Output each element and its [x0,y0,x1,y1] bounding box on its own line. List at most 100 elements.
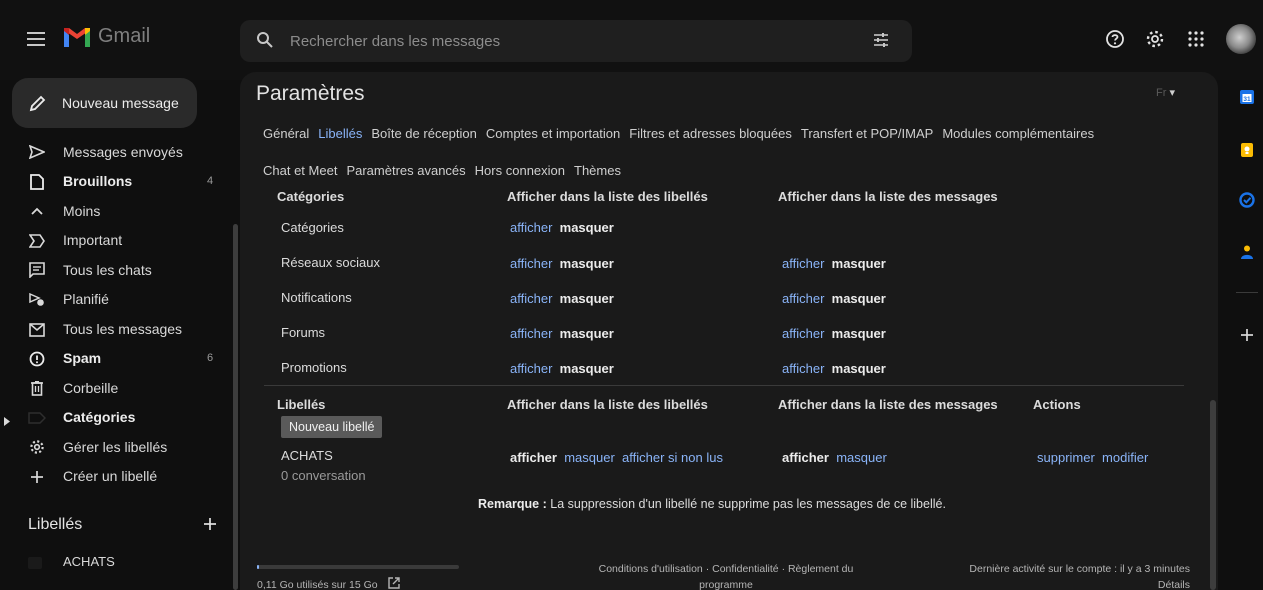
footer-links-line-1[interactable]: Conditions d'utilisation · Confidentiali… [576,561,876,577]
contacts-icon[interactable] [1238,243,1256,261]
tab-forwarding-pop-imap[interactable]: Transfert et POP/IMAP [801,126,933,141]
delete-label-link[interactable]: supprimer [1037,450,1095,465]
sidebar-item-create-label[interactable]: Créer un libellé [0,462,232,492]
hide-link[interactable]: masquer [832,326,886,341]
svg-text:31: 31 [1243,96,1251,103]
tab-filters[interactable]: Filtres et adresses bloquées [629,126,792,141]
tab-general[interactable]: Général [263,126,309,141]
category-list-toggle: afficher masquer [510,256,614,271]
sidebar-item-all-mail[interactable]: Tous les messages [0,314,232,344]
add-label-plus-icon[interactable] [200,514,220,534]
sidebar-item-label: Corbeille [63,379,119,396]
sidebar-item-drafts[interactable]: Brouillons 4 [0,167,232,197]
sidebar-item-important[interactable]: Important [0,226,232,256]
help-icon[interactable] [1103,27,1127,51]
hide-link[interactable]: masquer [832,291,886,306]
show-link[interactable]: afficher [510,291,552,306]
sidebar-item-less[interactable]: Moins [0,196,232,226]
hide-link[interactable]: masquer [564,450,615,465]
language-dropdown[interactable]: Fr ▾ [1156,86,1175,99]
details-link[interactable]: Détails [920,577,1190,590]
hide-link[interactable]: masquer [832,256,886,271]
main-menu-icon[interactable] [22,25,50,53]
sidebar-item-chats[interactable]: Tous les chats [0,255,232,285]
tab-inbox[interactable]: Boîte de réception [371,126,477,141]
calendar-icon[interactable]: 31 [1238,88,1256,106]
labels-header: Libellés [277,397,326,412]
show-link[interactable]: afficher [510,326,552,341]
trash-icon [28,379,46,397]
hide-link[interactable]: masquer [836,450,887,465]
plus-icon [28,468,46,486]
settings-gear-icon[interactable] [1143,27,1167,51]
section-divider [264,385,1184,386]
sidebar-item-spam[interactable]: Spam 6 [0,344,232,374]
sidebar-label-achats[interactable]: ACHATS [0,551,232,575]
category-message-toggle: afficher masquer [782,361,886,376]
new-label-button[interactable]: Nouveau libellé [281,416,383,438]
deletion-note: Remarque : La suppression d'un libellé n… [478,497,946,511]
show-link[interactable]: afficher [782,291,824,306]
message-list-header: Afficher dans la liste des messages [778,397,998,412]
hide-link[interactable]: masquer [560,326,614,341]
hide-link[interactable]: masquer [832,361,886,376]
search-options-icon[interactable] [872,31,890,54]
show-link[interactable]: afficher [510,220,552,235]
labels-heading: Libellés [28,516,83,533]
expand-arrow-icon[interactable] [4,413,10,431]
sidebar-item-label: Tous les messages [63,320,183,337]
page-title: Paramètres [256,82,365,105]
hide-link[interactable]: masquer [560,256,614,271]
gmail-logo[interactable]: Gmail [62,25,150,48]
apps-grid-icon[interactable] [1184,27,1208,51]
show-link[interactable]: afficher [782,256,824,271]
scheduled-icon [28,291,46,309]
category-list-toggle: afficher masquer [510,326,614,341]
category-list-toggle: afficher masquer [510,220,614,235]
sidebar-item-manage-labels[interactable]: Gérer les libellés [0,432,232,462]
sidebar-item-scheduled[interactable]: Planifié [0,285,232,315]
account-avatar[interactable] [1226,24,1256,54]
label-message-toggle: afficher masquer [782,450,887,465]
edit-label-link[interactable]: modifier [1102,450,1148,465]
open-external-icon[interactable] [388,576,400,590]
tab-advanced[interactable]: Paramètres avancés [346,163,465,178]
keep-icon[interactable] [1238,141,1256,159]
tab-accounts-import[interactable]: Comptes et importation [486,126,620,141]
sidebar-item-label: Messages envoyés [63,143,183,160]
sidebar-item-label: Créer un libellé [63,468,158,485]
footer-links-line-2[interactable]: programme [576,577,876,590]
tab-labels[interactable]: Libellés [318,126,362,141]
sidebar-item-sent[interactable]: Messages envoyés [0,137,232,167]
hide-link[interactable]: masquer [560,220,614,235]
show-link[interactable]: afficher [782,450,829,465]
search-input[interactable] [290,28,850,54]
message-list-header: Afficher dans la liste des messages [778,189,998,204]
all-mail-icon [28,320,46,338]
hide-link[interactable]: masquer [560,361,614,376]
tasks-icon[interactable] [1238,191,1256,209]
compose-button[interactable]: Nouveau message [12,78,197,128]
footer-links[interactable]: Conditions d'utilisation · Confidentiali… [576,561,876,590]
show-link[interactable]: afficher [510,450,557,465]
storage-fill [257,565,259,569]
sidebar-scrollbar[interactable] [233,224,238,590]
tab-themes[interactable]: Thèmes [574,163,621,178]
show-link[interactable]: afficher [782,361,824,376]
add-addon-plus-icon[interactable] [1238,326,1256,344]
show-link[interactable]: afficher [510,361,552,376]
sidebar-item-categories[interactable]: Catégories [0,403,232,433]
show-link[interactable]: afficher [510,256,552,271]
tab-addons[interactable]: Modules complémentaires [942,126,1094,141]
main-scrollbar[interactable] [1210,400,1216,590]
tab-offline[interactable]: Hors connexion [475,163,565,178]
hide-link[interactable]: masquer [560,291,614,306]
search-icon[interactable] [256,31,274,54]
show-if-unread-link[interactable]: afficher si non lus [622,450,723,465]
tab-chat-meet[interactable]: Chat et Meet [263,163,337,178]
category-message-toggle: afficher masquer [782,326,886,341]
show-link[interactable]: afficher [782,326,824,341]
search-bar[interactable] [240,20,912,62]
compose-label: Nouveau message [62,95,179,111]
sidebar-item-trash[interactable]: Corbeille [0,373,232,403]
